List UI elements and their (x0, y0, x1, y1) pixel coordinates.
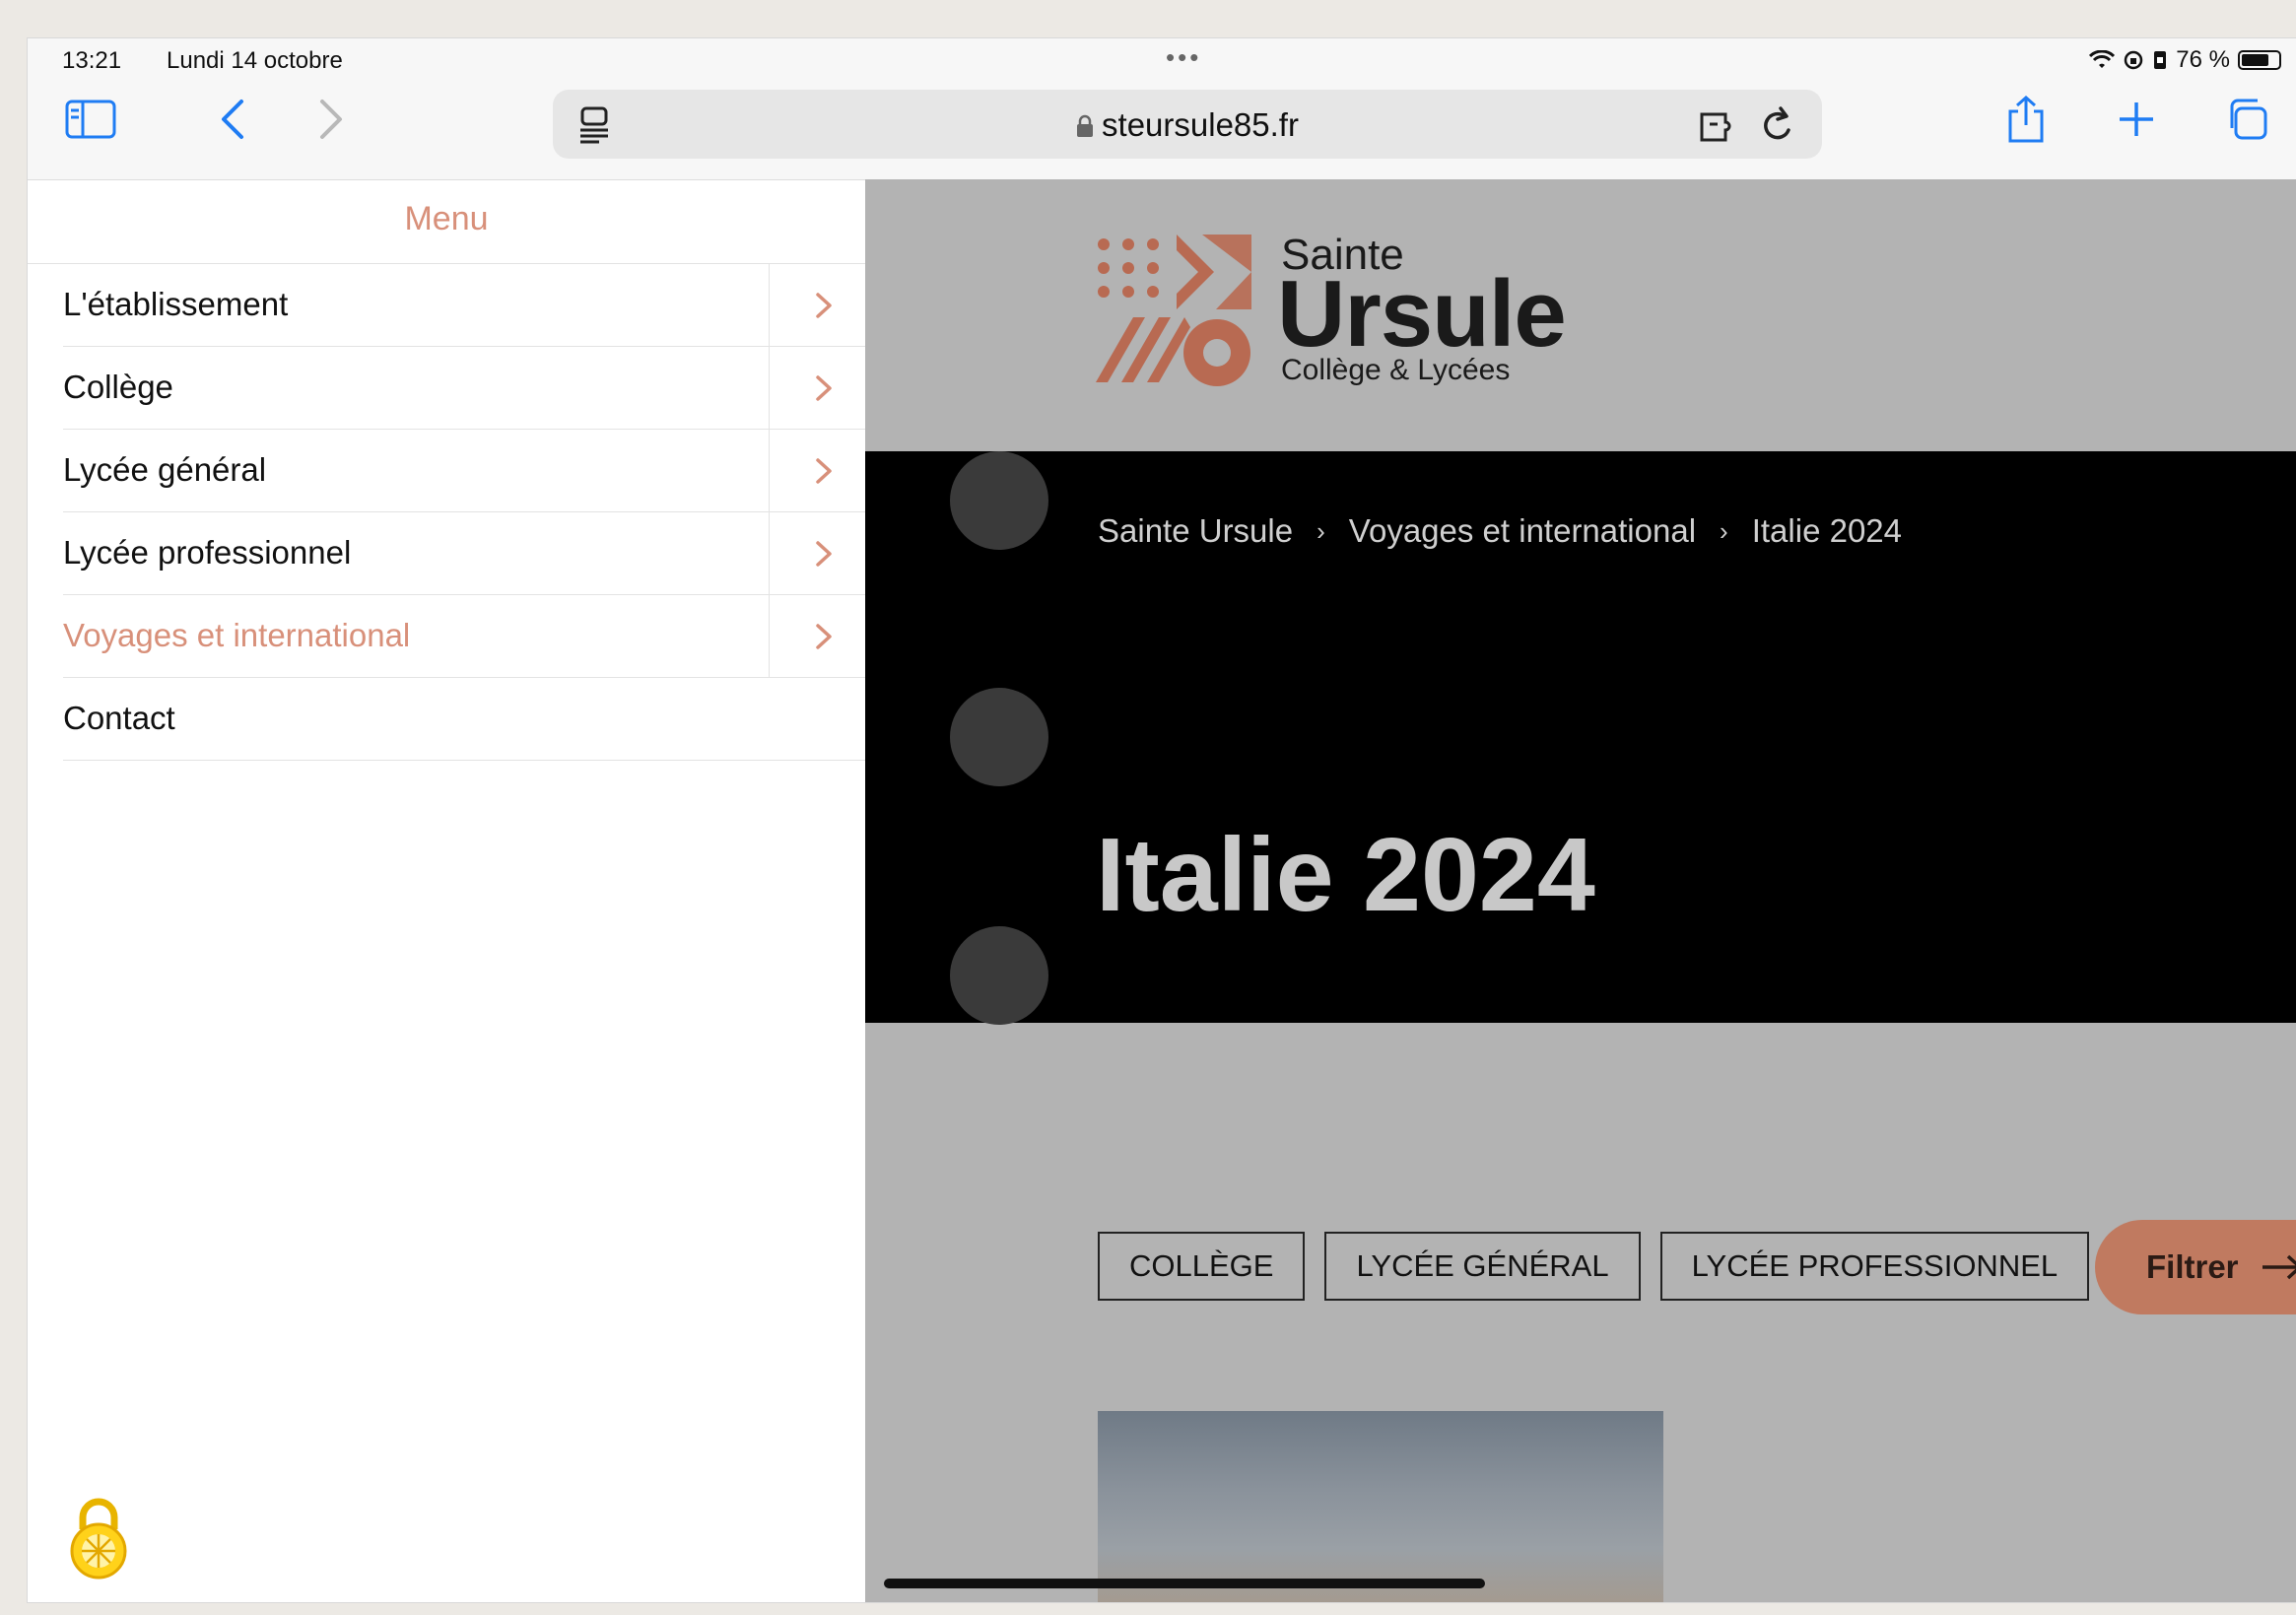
menu-title: Menu (404, 200, 489, 237)
reload-icon[interactable] (1759, 104, 1796, 146)
filter-chip-lycee-general[interactable]: LYCÉE GÉNÉRAL (1324, 1232, 1641, 1301)
chevron-right-icon[interactable] (806, 454, 840, 488)
menu-item-lycee-professionnel[interactable]: Lycée professionnel (28, 512, 865, 595)
menu-item-label: Collège (63, 369, 173, 405)
battery-icon (2238, 50, 2281, 70)
decorative-dot (950, 688, 1048, 786)
breadcrumb-current: Italie 2024 (1751, 512, 1903, 549)
share-button[interactable] (1996, 90, 2056, 149)
status-icons: 76 % (2089, 46, 2281, 74)
menu-item-separator (769, 264, 770, 347)
breadcrumb-separator-icon: › (1317, 515, 1325, 546)
sidebar-toggle-button[interactable] (61, 90, 120, 149)
menu-item-divider (63, 760, 865, 761)
sainte-ursule-logo-mark[interactable] (1094, 235, 1256, 392)
new-tab-button[interactable] (2107, 90, 2166, 149)
filter-button[interactable]: Filtrer (2095, 1220, 2296, 1314)
menu-item-separator (769, 347, 770, 430)
lock-icon (1077, 114, 1094, 137)
menu-item-separator (769, 430, 770, 512)
url-label: steursule85.fr (1102, 106, 1299, 143)
menu-item-separator (769, 512, 770, 595)
multitasking-dots[interactable]: ••• (1166, 42, 1201, 73)
lemon-lock-icon[interactable] (67, 1494, 130, 1582)
menu-item-separator (769, 595, 770, 678)
battery-percent: 76 % (2176, 46, 2230, 73)
ipad-screen: 13:21 Lundi 14 octobre ••• 76 % steursul… (27, 37, 2296, 1603)
plus-icon (2120, 102, 2153, 136)
trip-photo[interactable] (1098, 1411, 1663, 1602)
menu-item-label: Lycée professionnel (63, 534, 352, 571)
extension-icon[interactable] (1698, 106, 1741, 144)
address-bar[interactable]: steursule85.fr (553, 90, 1822, 159)
breadcrumb-home[interactable]: Sainte Ursule (1098, 512, 1293, 550)
menu-item-label: Lycée général (63, 451, 267, 488)
filter-chip-lycee-professionnel[interactable]: LYCÉE PROFESSIONNEL (1659, 1232, 2090, 1301)
chevron-right-icon[interactable] (806, 537, 840, 571)
filter-chip-college[interactable]: COLLÈGE (1098, 1232, 1306, 1301)
menu-list: L'établissement Collège Lycée général Ly… (28, 264, 865, 761)
breadcrumb-separator-icon: › (1720, 515, 1728, 546)
site-header: Sainte Ursule Collège & Lycées (865, 179, 2296, 451)
menu-item-label: Voyages et international (63, 617, 411, 653)
status-time: 13:21 (62, 47, 122, 74)
menu-item-label: L'établissement (63, 286, 289, 322)
menu-item-etablissement[interactable]: L'établissement (28, 264, 865, 347)
page-title: Italie 2024 (1096, 817, 1595, 933)
breadcrumb: Sainte Ursule › Voyages et international… (1098, 512, 1902, 550)
url-text[interactable]: steursule85.fr (553, 106, 1822, 144)
logo-subtitle: Collège & Lycées (1281, 354, 1511, 386)
menu-item-label: Contact (63, 700, 175, 736)
portrait-lock-icon (2154, 51, 2167, 69)
status-bar: 13:21 Lundi 14 octobre ••• 76 % (28, 38, 2296, 82)
screen-rotation-lock-icon (2125, 50, 2143, 70)
menu-item-contact[interactable]: Contact (28, 678, 865, 761)
share-icon (2008, 95, 2044, 143)
tabs-icon (2230, 99, 2267, 140)
forward-button[interactable] (302, 90, 361, 149)
chevron-left-icon (222, 100, 243, 139)
menu-item-college[interactable]: Collège (28, 347, 865, 430)
decorative-dot (950, 926, 1048, 1025)
chevron-right-icon[interactable] (806, 620, 840, 653)
battery-fill (2242, 54, 2268, 66)
chevron-right-icon[interactable] (806, 371, 840, 405)
filter-button-label: Filtrer (2146, 1248, 2239, 1285)
breadcrumb-voyages[interactable]: Voyages et international (1349, 512, 1696, 550)
hero-banner: Sainte Ursule › Voyages et international… (865, 451, 2296, 1025)
tabs-overview-button[interactable] (2217, 90, 2276, 149)
sidebar-icon (65, 100, 116, 139)
menu-item-lycee-general[interactable]: Lycée général (28, 430, 865, 512)
home-indicator[interactable] (884, 1579, 1485, 1588)
back-button[interactable] (203, 90, 262, 149)
menu-item-voyages[interactable]: Voyages et international (28, 595, 865, 678)
logo-text-ursule: Ursule (1277, 261, 1567, 367)
chevron-right-icon[interactable] (806, 289, 840, 322)
arrow-right-icon (2262, 1254, 2296, 1280)
website-content: Sainte Ursule Collège & Lycées Sainte Ur… (865, 179, 2296, 1602)
navigation-menu: Menu L'établissement Collège Lycée génér… (28, 179, 865, 1602)
filter-chips: COLLÈGE LYCÉE GÉNÉRAL LYCÉE PROFESSIONNE… (1098, 1232, 2090, 1301)
chevron-right-icon (320, 100, 342, 139)
wifi-icon (2089, 50, 2116, 68)
decorative-dot (950, 451, 1048, 550)
status-date: Lundi 14 octobre (167, 47, 343, 74)
